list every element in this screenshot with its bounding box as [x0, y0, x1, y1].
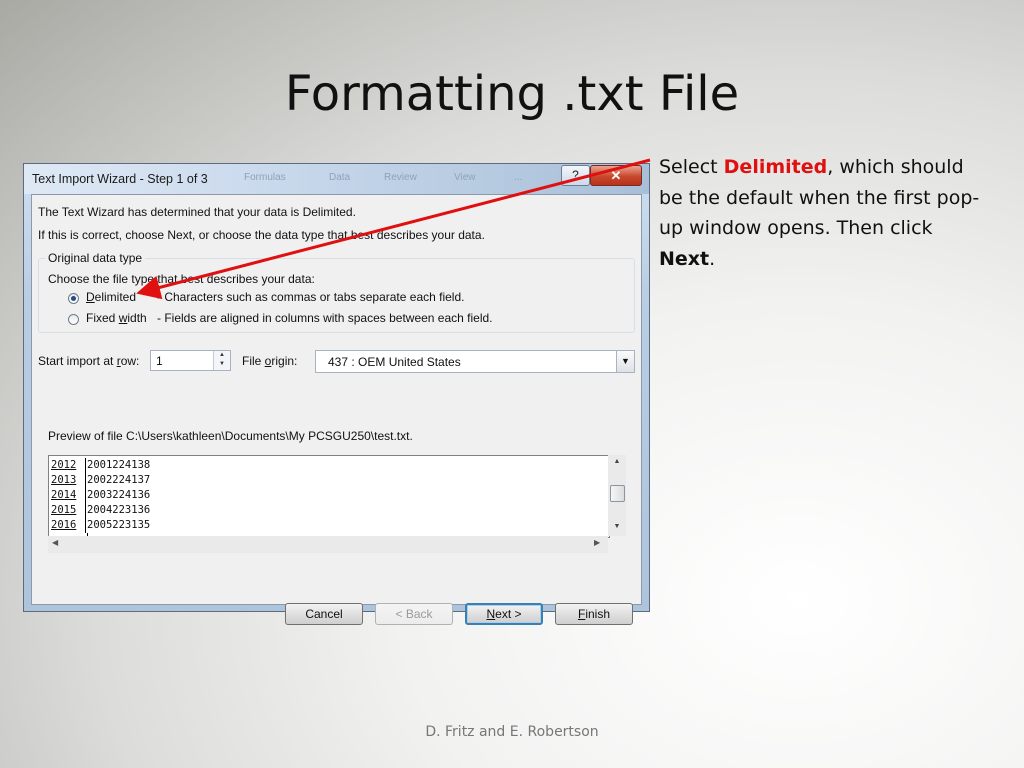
pointer-arrow — [136, 158, 651, 300]
caption-post: . — [709, 247, 716, 270]
instruction-caption: Select Delimited, which should be the de… — [659, 152, 989, 274]
slide-footer: D. Fritz and E. Robertson — [425, 724, 599, 740]
caption-pre: Select — [659, 156, 724, 178]
caption-bold: Next — [659, 247, 710, 270]
caption-highlight: Delimited — [723, 156, 828, 178]
